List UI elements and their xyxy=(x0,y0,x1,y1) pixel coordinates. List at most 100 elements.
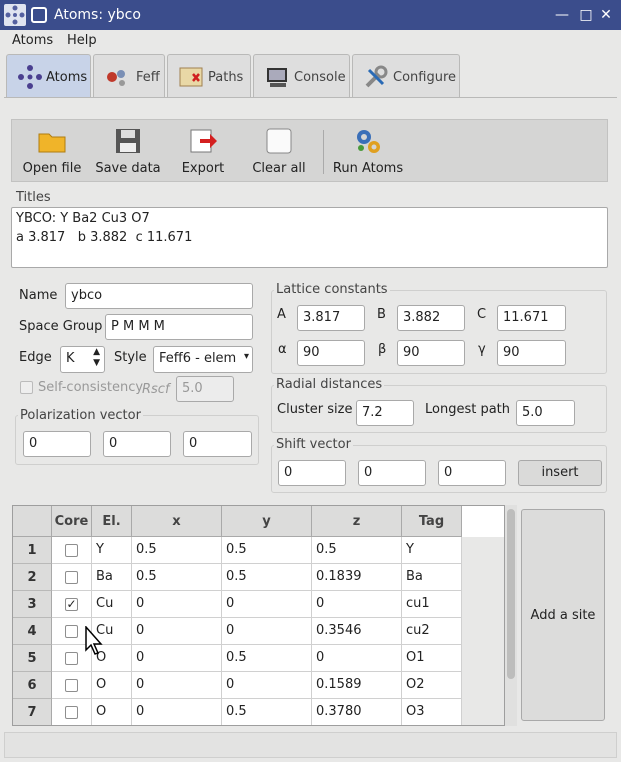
lattice-beta-field[interactable]: 90 xyxy=(397,340,465,366)
column-header-y[interactable]: y xyxy=(222,506,312,537)
cell-z[interactable]: 0.1589 xyxy=(312,672,402,699)
cell-z[interactable]: 0 xyxy=(312,645,402,672)
table-scrollbar-thumb[interactable] xyxy=(507,509,515,679)
row-header[interactable]: 2 xyxy=(13,564,52,591)
cell-x[interactable]: 0 xyxy=(132,618,222,645)
cell-y[interactable]: 0.5 xyxy=(222,645,312,672)
cell-el[interactable]: Cu xyxy=(92,591,132,618)
polarization-y-field[interactable]: 0 xyxy=(103,431,171,457)
core-checkbox[interactable] xyxy=(65,706,78,719)
style-select[interactable]: Feff6 - elem ▾ xyxy=(153,346,253,373)
core-checkbox[interactable] xyxy=(65,652,78,665)
menu-help[interactable]: Help xyxy=(67,33,97,48)
cell-x[interactable]: 0 xyxy=(132,699,222,725)
cell-tag[interactable]: cu1 xyxy=(402,591,462,618)
row-header[interactable]: 5 xyxy=(13,645,52,672)
cell-y[interactable]: 0 xyxy=(222,618,312,645)
minimize-icon[interactable]: — xyxy=(554,7,570,23)
tab-atoms[interactable]: Atoms xyxy=(6,54,91,98)
space-group-field[interactable]: P M M M xyxy=(105,314,253,340)
space-group-label: Space Group xyxy=(19,319,103,334)
self-consistency-checkbox[interactable] xyxy=(20,381,33,394)
row-header[interactable]: 6 xyxy=(13,672,52,699)
cell-x[interactable]: 0.5 xyxy=(132,564,222,591)
lattice-b-field[interactable]: 3.882 xyxy=(397,305,465,331)
maximize-icon[interactable]: □ xyxy=(578,7,594,23)
export-arrow-icon xyxy=(190,129,217,153)
cell-y[interactable]: 0 xyxy=(222,672,312,699)
export-button[interactable]: Export xyxy=(168,120,238,182)
cell-x[interactable]: 0 xyxy=(132,672,222,699)
shift-x-field[interactable]: 0 xyxy=(278,460,346,486)
core-checkbox[interactable] xyxy=(65,544,78,557)
name-field[interactable]: ybco xyxy=(65,283,253,309)
cell-y[interactable]: 0.5 xyxy=(222,699,312,725)
open-file-button[interactable]: Open file xyxy=(16,120,88,182)
polarization-z-field[interactable]: 0 xyxy=(183,431,252,457)
cell-el[interactable]: Y xyxy=(92,537,132,564)
clear-all-button[interactable]: Clear all xyxy=(244,120,314,182)
column-header-x[interactable]: x xyxy=(132,506,222,537)
column-header-core[interactable]: Core xyxy=(52,506,92,537)
cell-el[interactable]: Ba xyxy=(92,564,132,591)
cell-el[interactable]: O xyxy=(92,672,132,699)
cell-el[interactable]: O xyxy=(92,699,132,725)
core-checkbox[interactable]: ✓ xyxy=(65,598,78,611)
wrench-screwdriver-icon xyxy=(365,65,388,88)
cell-x[interactable]: 0.5 xyxy=(132,537,222,564)
polarization-x-field[interactable]: 0 xyxy=(23,431,91,457)
menu-atoms[interactable]: Atoms xyxy=(12,33,53,48)
core-checkbox[interactable] xyxy=(65,625,78,638)
column-header-el[interactable]: El. xyxy=(92,506,132,537)
close-icon[interactable]: ✕ xyxy=(598,7,614,23)
cell-tag[interactable]: O2 xyxy=(402,672,462,699)
cluster-size-field[interactable]: 7.2 xyxy=(356,400,414,426)
lattice-a-field[interactable]: 3.817 xyxy=(297,305,365,331)
cell-z[interactable]: 0.3780 xyxy=(312,699,402,725)
cell-y[interactable]: 0 xyxy=(222,591,312,618)
pin-icon[interactable] xyxy=(31,7,47,23)
edge-select[interactable]: K ▲ ▼ xyxy=(60,346,105,373)
titles-textarea[interactable]: YBCO: Y Ba2 Cu3 O7 a 3.817 b 3.882 c 11.… xyxy=(11,207,608,268)
cell-z[interactable]: 0.5 xyxy=(312,537,402,564)
cell-z[interactable]: 0.1839 xyxy=(312,564,402,591)
shift-y-field[interactable]: 0 xyxy=(358,460,426,486)
longest-path-field[interactable]: 5.0 xyxy=(516,400,575,426)
lattice-gamma-field[interactable]: 90 xyxy=(497,340,566,366)
save-data-button[interactable]: Save data xyxy=(92,120,164,182)
tab-configure-label: Configure xyxy=(393,70,457,85)
cell-x[interactable]: 0 xyxy=(132,645,222,672)
cell-tag[interactable]: O3 xyxy=(402,699,462,725)
core-checkbox[interactable] xyxy=(65,571,78,584)
lattice-c-field[interactable]: 11.671 xyxy=(497,305,566,331)
cell-tag[interactable]: cu2 xyxy=(402,618,462,645)
shift-z-field[interactable]: 0 xyxy=(438,460,506,486)
column-header-tag[interactable]: Tag xyxy=(402,506,462,537)
tab-console[interactable]: Console xyxy=(253,54,350,97)
lattice-alpha-field[interactable]: 90 xyxy=(297,340,365,366)
insert-button[interactable]: insert xyxy=(518,460,602,486)
cell-x[interactable]: 0 xyxy=(132,591,222,618)
add-site-button[interactable]: Add a site xyxy=(521,509,605,721)
cell-z[interactable]: 0.3546 xyxy=(312,618,402,645)
cell-tag[interactable]: O1 xyxy=(402,645,462,672)
tab-configure[interactable]: Configure xyxy=(352,54,460,97)
cell-y[interactable]: 0.5 xyxy=(222,537,312,564)
core-checkbox[interactable] xyxy=(65,679,78,692)
style-label: Style xyxy=(114,350,147,365)
row-header[interactable]: 4 xyxy=(13,618,52,645)
row-header[interactable]: 3 xyxy=(13,591,52,618)
lattice-a-label: A xyxy=(277,307,286,322)
cell-tag[interactable]: Ba xyxy=(402,564,462,591)
row-header[interactable]: 7 xyxy=(13,699,52,725)
run-atoms-button[interactable]: Run Atoms xyxy=(330,120,406,182)
cell-z[interactable]: 0 xyxy=(312,591,402,618)
tab-paths[interactable]: Paths xyxy=(167,54,251,97)
menu-bar: Atoms Help xyxy=(0,30,621,52)
row-header[interactable]: 1 xyxy=(13,537,52,564)
column-header-z[interactable]: z xyxy=(312,506,402,537)
tab-feff[interactable]: Feff xyxy=(93,54,165,97)
cell-y[interactable]: 0.5 xyxy=(222,564,312,591)
cell-tag[interactable]: Y xyxy=(402,537,462,564)
tab-paths-label: Paths xyxy=(208,70,244,85)
